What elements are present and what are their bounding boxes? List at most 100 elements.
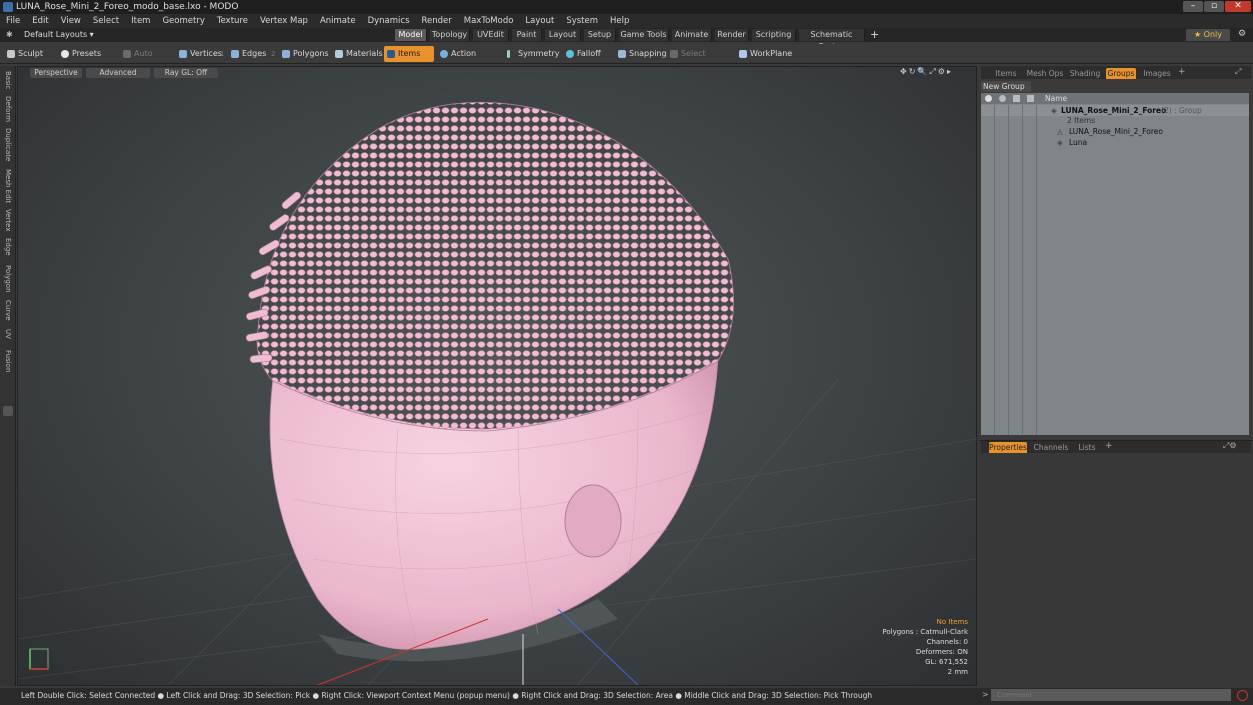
materials-button[interactable]: Materials <box>332 46 383 62</box>
add-panel-tab-icon[interactable]: + <box>1178 67 1186 77</box>
hud-no-items: No Items <box>936 618 968 626</box>
tab-fusion[interactable]: Fusion <box>1 348 15 374</box>
workplane-button[interactable]: WorkPlane <box>736 46 792 62</box>
viewport-header: Perspective Advanced Ray GL: Off ✥↻🔍⤢⚙▸ <box>18 67 976 79</box>
menu-dynamics[interactable]: Dynamics <box>362 14 416 28</box>
polygons-button[interactable]: Polygons <box>279 46 329 62</box>
properties-panel: Properties Channels Lists + ⤢⚙ <box>979 440 1253 688</box>
minimize-icon[interactable]: – <box>1183 1 1203 12</box>
auto-select-button[interactable]: Auto Select <box>120 46 175 74</box>
layout-selector[interactable]: Default Layouts ▾ <box>24 29 94 41</box>
edges-label: Edges <box>242 49 267 58</box>
menu-animate[interactable]: Animate <box>314 14 362 28</box>
props-expand-icon[interactable]: ⤢⚙ <box>1223 441 1237 451</box>
edges-button[interactable]: Edges <box>228 46 268 62</box>
list-header-row: Name <box>981 93 1249 104</box>
settings-gear-icon[interactable]: ⚙ <box>1238 29 1246 39</box>
menu-file[interactable]: File <box>0 14 26 28</box>
tab-lists[interactable]: Lists <box>1075 442 1099 453</box>
menu-select[interactable]: Select <box>87 14 125 28</box>
tab-render[interactable]: Render <box>715 29 749 41</box>
menu-maxtomodo[interactable]: MaxToModo <box>458 14 520 28</box>
perspective-button[interactable]: Perspective <box>30 68 82 78</box>
symmetry-button[interactable]: Symmetry <box>504 46 559 62</box>
menu-system[interactable]: System <box>560 14 604 28</box>
render-icon[interactable] <box>999 95 1006 102</box>
tab-model[interactable]: Model <box>395 29 427 41</box>
menu-geometry[interactable]: Geometry <box>156 14 210 28</box>
viewport-nav-icons[interactable]: ✥↻🔍⤢⚙▸ <box>900 67 953 77</box>
device-button <box>564 484 622 558</box>
only-toggle[interactable]: ★ Only <box>1186 29 1230 41</box>
items-button[interactable]: Items <box>384 46 434 62</box>
falloff-label: Falloff <box>577 49 601 58</box>
tab-scripting[interactable]: Scripting <box>752 29 796 41</box>
eye-icon[interactable] <box>985 95 992 102</box>
tab-deform[interactable]: Deform <box>1 96 15 122</box>
advanced-button[interactable]: Advanced <box>86 68 150 78</box>
panel-expand-icon[interactable]: ⤢ <box>1235 67 1241 77</box>
menu-texture[interactable]: Texture <box>211 14 254 28</box>
tab-shading[interactable]: Shading <box>1069 68 1101 79</box>
menu-edit[interactable]: Edit <box>26 14 54 28</box>
star-icon[interactable]: ✱ <box>6 30 13 39</box>
groups-list: Name ◈ LUNA_Rose_Mini_2_Foreo (2) : Grou… <box>981 93 1249 435</box>
tab-uvedit[interactable]: UVEdit <box>473 29 509 41</box>
hud-gl: GL: 671,552 <box>925 658 968 666</box>
menu-item[interactable]: Item <box>125 14 156 28</box>
tab-channels[interactable]: Channels <box>1033 442 1069 453</box>
raygl-button[interactable]: Ray GL: Off <box>154 68 218 78</box>
menu-help[interactable]: Help <box>604 14 635 28</box>
left-tool-tabs: Basic Deform Duplicate Mesh Edit Vertex … <box>0 66 16 686</box>
tab-uv[interactable]: UV <box>1 326 15 342</box>
tab-properties[interactable]: Properties <box>989 442 1027 453</box>
tab-basic[interactable]: Basic <box>1 70 15 90</box>
3d-viewport[interactable]: Perspective Advanced Ray GL: Off ✥↻🔍⤢⚙▸ <box>17 66 977 686</box>
lock-icon[interactable] <box>1013 95 1020 102</box>
column-divider <box>1008 105 1009 435</box>
tab-edge[interactable]: Edge <box>1 236 15 258</box>
tab-setup[interactable]: Setup <box>584 29 616 41</box>
maximize-icon[interactable]: ▫ <box>1204 1 1224 12</box>
select-icon[interactable] <box>1027 95 1034 102</box>
tab-animate[interactable]: Animate <box>672 29 712 41</box>
presets-button[interactable]: Presets F6 <box>58 46 114 74</box>
items-icon <box>387 50 395 58</box>
status-hint-text: Left Double Click: Select Connected ● Le… <box>21 691 873 700</box>
tab-vertex[interactable]: Vertex <box>1 208 15 232</box>
tab-game-tools[interactable]: Game Tools <box>619 29 669 41</box>
tab-layout[interactable]: Layout <box>545 29 581 41</box>
falloff-button[interactable]: Falloff <box>563 46 607 62</box>
menu-render[interactable]: Render <box>416 14 458 28</box>
tab-images[interactable]: Images <box>1142 68 1172 79</box>
action-center-button[interactable]: Action Center <box>437 46 499 74</box>
menu-vertex-map[interactable]: Vertex Map <box>254 14 314 28</box>
hud-channels: Channels: 0 <box>926 638 968 646</box>
tab-duplicate[interactable]: Duplicate <box>1 128 15 162</box>
tab-paint[interactable]: Paint <box>512 29 542 41</box>
add-props-tab-icon[interactable]: + <box>1105 441 1113 451</box>
tab-topology[interactable]: Topology <box>430 29 470 41</box>
tab-schematic-fusion[interactable]: Schematic Fusion <box>799 29 865 51</box>
select-through-button[interactable]: Select Through <box>667 46 733 74</box>
tab-mesh-edit[interactable]: Mesh Edit <box>1 168 15 204</box>
vertices-button[interactable]: Vertices <box>176 46 224 62</box>
tab-mesh-ops[interactable]: Mesh Ops <box>1025 68 1065 79</box>
add-tab-icon[interactable]: + <box>870 28 879 41</box>
sculpt-button[interactable]: Sculpt <box>4 46 52 62</box>
snapping-button[interactable]: Snapping <box>615 46 667 62</box>
tab-items[interactable]: Items <box>993 68 1019 79</box>
column-divider <box>1036 105 1037 435</box>
record-icon[interactable] <box>1237 690 1248 701</box>
command-input[interactable] <box>991 689 1231 701</box>
group-count: 2 Items <box>1067 116 1096 125</box>
tab-curve[interactable]: Curve <box>1 298 15 322</box>
sculpt-label: Sculpt <box>18 49 43 58</box>
close-icon[interactable]: ✕ <box>1225 1 1251 12</box>
palette-toggle[interactable] <box>3 406 13 416</box>
menu-view[interactable]: View <box>55 14 87 28</box>
menu-layout[interactable]: Layout <box>519 14 560 28</box>
new-group-button[interactable]: New Group <box>981 81 1031 92</box>
tab-polygon[interactable]: Polygon <box>1 264 15 294</box>
tab-groups[interactable]: Groups <box>1106 68 1136 79</box>
